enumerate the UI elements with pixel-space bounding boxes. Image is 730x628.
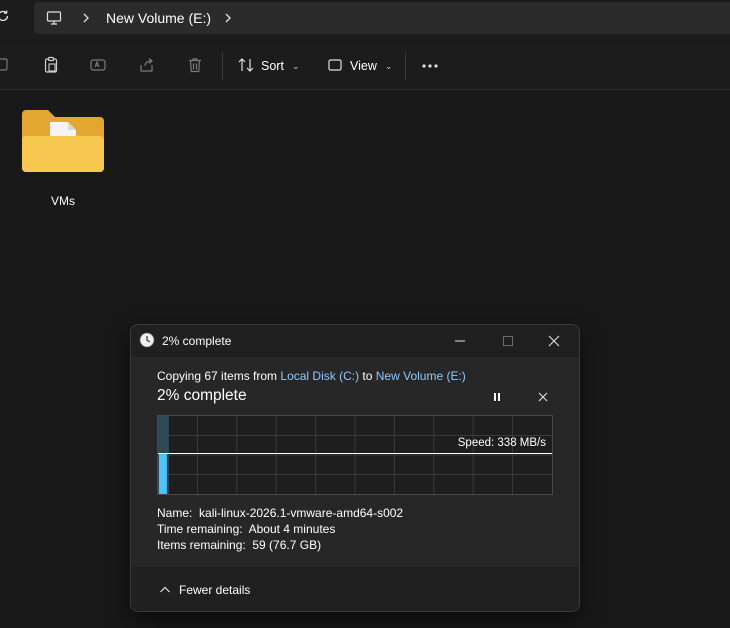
maximize-icon (503, 336, 513, 346)
source-link[interactable]: Local Disk (C:) (280, 369, 359, 383)
name-label: Name: (157, 506, 193, 520)
minimize-icon (455, 340, 465, 342)
dialog-body: Copying 67 items from Local Disk (C:) to… (131, 357, 579, 564)
sort-icon (237, 56, 255, 77)
view-label: View (350, 59, 377, 73)
toolbar-divider (405, 52, 406, 80)
folder-name: VMs (51, 194, 75, 208)
delete-icon[interactable] (184, 54, 206, 76)
copy-summary: Copying 67 items from Local Disk (C:) to… (157, 369, 466, 383)
name-value: kali-linux-2026.1-vmware-amd64-s002 (199, 506, 404, 520)
sort-button[interactable]: Sort ⌄ (237, 53, 299, 79)
maximize-button (485, 329, 531, 353)
dialog-titlebar[interactable]: 2% complete (131, 325, 579, 357)
speed-readout: Speed: 338 MB/s (457, 437, 546, 449)
more-icon[interactable] (420, 58, 440, 74)
refresh-icon[interactable] (0, 9, 10, 23)
copy-progress-dialog: 2% complete Copying 67 items from Local … (130, 324, 580, 612)
chevron-down-icon: ⌄ (384, 60, 393, 71)
items-value: 59 (76.7 GB) (252, 538, 322, 552)
paste-icon[interactable] (40, 54, 62, 76)
folder-item[interactable]: VMs (16, 104, 110, 214)
view-button[interactable]: View ⌄ (326, 53, 392, 79)
pause-button[interactable] (485, 387, 509, 407)
chevron-right-icon[interactable] (80, 11, 92, 25)
chevron-down-icon: ⌄ (291, 60, 300, 71)
fewer-details-button[interactable]: Fewer details (159, 583, 250, 597)
dialog-title: 2% complete (162, 334, 232, 348)
this-pc-icon[interactable] (46, 10, 62, 26)
address-bar[interactable]: New Volume (E:) (34, 2, 730, 34)
detail-items: Items remaining: 59 (76.7 GB) (157, 537, 403, 553)
time-value: About 4 minutes (248, 522, 336, 536)
sort-label: Sort (261, 59, 284, 73)
dialog-footer: Fewer details (131, 565, 579, 611)
cancel-button[interactable] (531, 387, 555, 407)
copy-icon[interactable] (0, 54, 14, 76)
detail-name: Name: kali-linux-2026.1-vmware-amd64-s00… (157, 505, 403, 521)
view-icon (326, 56, 344, 77)
items-label: Items remaining: (157, 538, 246, 552)
detail-time: Time remaining: About 4 minutes (157, 521, 403, 537)
percent-complete: 2% complete (157, 387, 247, 404)
pause-icon (494, 393, 500, 401)
chevron-up-icon (160, 586, 170, 593)
command-bar: Sort ⌄ View ⌄ (0, 42, 730, 90)
chevron-right-icon[interactable] (222, 11, 234, 25)
close-button[interactable] (531, 329, 577, 353)
destination-link[interactable]: New Volume (E:) (376, 369, 466, 383)
minimize-button[interactable] (437, 329, 483, 353)
rename-icon[interactable] (87, 54, 109, 76)
copy-prefix: Copying 67 items from (157, 369, 281, 383)
time-label: Time remaining: (157, 522, 243, 536)
folder-icon (22, 110, 104, 172)
speed-graph: Speed: 338 MB/s (157, 415, 553, 495)
breadcrumb-location[interactable]: New Volume (E:) (106, 10, 211, 26)
address-bar-area: New Volume (E:) (0, 0, 730, 40)
cancel-icon (538, 392, 548, 402)
clock-icon (139, 332, 155, 348)
toolbar-divider (222, 52, 223, 80)
speed-fill (159, 454, 167, 494)
close-icon (548, 335, 560, 347)
copy-details: Name: kali-linux-2026.1-vmware-amd64-s00… (157, 505, 403, 553)
copy-middle: to (359, 369, 376, 383)
fewer-details-label: Fewer details (179, 583, 251, 597)
share-icon[interactable] (136, 54, 158, 76)
